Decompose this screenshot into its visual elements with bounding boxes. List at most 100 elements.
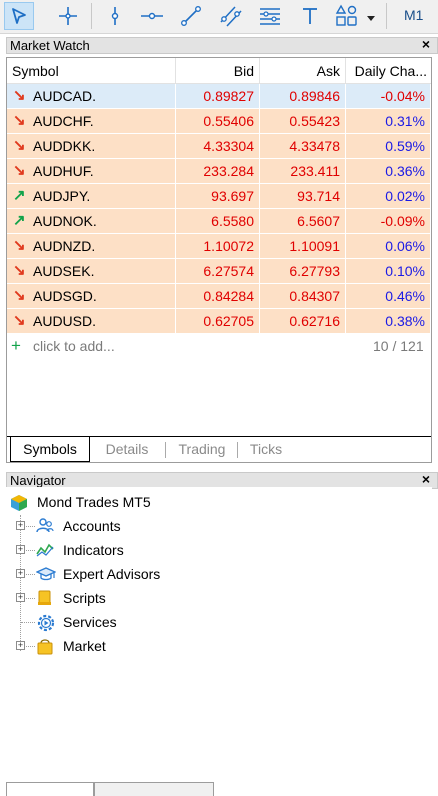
navigator-item-label: Services (63, 614, 117, 630)
navigator-item-expert-advisors[interactable]: + Expert Advisors (14, 563, 314, 585)
tab-details[interactable]: Details (92, 437, 162, 462)
column-header-bid[interactable]: Bid (176, 58, 260, 84)
navigator-tab-favorites[interactable] (94, 782, 214, 796)
equidistant-channel-icon (220, 6, 242, 27)
expand-icon[interactable]: + (16, 569, 25, 578)
navigator-item-market[interactable]: + Market (14, 635, 314, 657)
shapes-icon (335, 4, 357, 26)
daily-change-cell: 0.02% (346, 184, 431, 208)
add-symbol-icon: + (11, 336, 21, 355)
expand-icon[interactable]: + (16, 593, 25, 602)
tab-trading[interactable]: Trading (167, 437, 237, 462)
navigator-item-label: Indicators (63, 542, 124, 558)
expert-advisors-icon (35, 565, 57, 589)
fibonacci-icon (260, 8, 280, 25)
close-icon[interactable]: × (422, 472, 430, 487)
bid-cell: 0.84284 (176, 284, 260, 308)
symbol-row[interactable]: ↘ AUDDKK. 4.33304 4.33478 0.59% (7, 134, 431, 159)
bid-cell: 6.27574 (176, 259, 260, 283)
ask-cell: 0.62716 (260, 309, 346, 333)
crosshair-icon (59, 7, 77, 25)
daily-change-cell: -0.04% (346, 84, 431, 108)
symbol-row[interactable]: ↘ AUDSGD. 0.84284 0.84307 0.46% (7, 284, 431, 309)
daily-change-cell: 0.10% (346, 259, 431, 283)
cursor-button[interactable] (4, 2, 34, 30)
expand-icon[interactable]: + (16, 545, 25, 554)
symbol-cell: AUDUSD. (7, 309, 176, 333)
daily-change-cell: 0.36% (346, 159, 431, 183)
navigator-root-label: Mond Trades MT5 (37, 494, 151, 510)
indicators-icon (36, 541, 54, 565)
symbol-row[interactable]: ↗ AUDJPY. 93.697 93.714 0.02% (7, 184, 431, 209)
ask-cell: 4.33478 (260, 134, 346, 158)
horizontal-line-icon (141, 12, 163, 20)
symbol-count: 10 / 121 (373, 338, 424, 354)
column-header-symbol[interactable]: Symbol (7, 58, 176, 84)
market-watch-panel: Symbol Bid Ask Daily Cha... ↘ AUDCAD. 0.89… (6, 57, 432, 463)
symbol-cell: AUDJPY. (7, 184, 176, 208)
drawing-toolbar: M1 (0, 0, 438, 34)
symbol-row[interactable]: ↘ AUDUSD. 0.62705 0.62716 0.38% (7, 309, 431, 334)
bid-cell: 1.10072 (176, 234, 260, 258)
trend-line-button[interactable] (176, 2, 206, 30)
bid-cell: 0.89827 (176, 84, 260, 108)
column-header-daily-change[interactable]: Daily Cha... (346, 58, 431, 84)
crosshair-button[interactable] (53, 2, 83, 30)
bid-cell: 4.33304 (176, 134, 260, 158)
navigator-item-accounts[interactable]: + Accounts (14, 515, 314, 537)
symbol-row[interactable]: ↘ AUDCHF. 0.55406 0.55423 0.31% (7, 109, 431, 134)
add-symbol-input[interactable]: click to add... (33, 338, 115, 354)
ask-cell: 0.84307 (260, 284, 346, 308)
market-watch-tabs: Symbols Details Trading Ticks (7, 436, 431, 462)
cursor-icon (12, 8, 26, 24)
symbol-row[interactable]: ↘ AUDNZD. 1.10072 1.10091 0.06% (7, 234, 431, 259)
tab-symbols[interactable]: Symbols (10, 437, 90, 462)
symbol-row[interactable]: ↘ AUDCAD. 0.89827 0.89846 -0.04% (7, 84, 431, 109)
ask-cell: 6.27793 (260, 259, 346, 283)
navigator-item-scripts[interactable]: + Scripts (14, 587, 314, 609)
navigator-item-label: Scripts (63, 590, 106, 606)
bid-cell: 6.5580 (176, 209, 260, 233)
navigator-item-label: Expert Advisors (63, 566, 161, 582)
shapes-button[interactable] (332, 2, 362, 30)
daily-change-cell: 0.46% (346, 284, 431, 308)
navigator-tab-common[interactable] (6, 782, 94, 796)
fibonacci-button[interactable] (255, 2, 285, 30)
vertical-line-button[interactable] (100, 2, 130, 30)
navigator-item-label: Market (63, 638, 106, 654)
symbol-row[interactable]: ↗ AUDNOK. 6.5580 6.5607 -0.09% (7, 209, 431, 234)
symbol-cell: AUDNZD. (7, 234, 176, 258)
scripts-icon (36, 589, 54, 613)
expand-icon[interactable]: + (16, 521, 25, 530)
ask-cell: 0.55423 (260, 109, 346, 133)
tab-ticks[interactable]: Ticks (239, 437, 293, 462)
bid-cell: 233.284 (176, 159, 260, 183)
market-watch-title: Market Watch (10, 38, 90, 53)
navigator-panel: Mond Trades MT5 + Accounts + Indicators + Exp… (6, 487, 432, 791)
market-watch-header: Market Watch × (6, 37, 438, 54)
text-icon (303, 8, 317, 24)
navigator-item-indicators[interactable]: + Indicators (14, 539, 314, 561)
navigator-item-services[interactable]: Services (14, 611, 314, 633)
bid-cell: 0.62705 (176, 309, 260, 333)
symbol-cell: AUDNOK. (7, 209, 176, 233)
ask-cell: 233.411 (260, 159, 346, 183)
symbol-cell: AUDDKK. (7, 134, 176, 158)
equidistant-channel-button[interactable] (216, 2, 246, 30)
timeframe-button[interactable]: M1 (404, 7, 423, 23)
daily-change-cell: 0.06% (346, 234, 431, 258)
daily-change-cell: 0.31% (346, 109, 431, 133)
close-icon[interactable]: × (422, 37, 430, 52)
symbol-row[interactable]: ↘ AUDHUF. 233.284 233.411 0.36% (7, 159, 431, 184)
symbol-cell: AUDCHF. (7, 109, 176, 133)
column-header-ask[interactable]: Ask (260, 58, 346, 84)
trend-line-icon (181, 6, 201, 26)
symbol-row[interactable]: ↘ AUDSEK. 6.27574 6.27793 0.10% (7, 259, 431, 284)
dropdown-arrow-icon[interactable] (366, 10, 376, 26)
ask-cell: 6.5607 (260, 209, 346, 233)
market-icon (36, 637, 54, 661)
daily-change-cell: 0.38% (346, 309, 431, 333)
expand-icon[interactable]: + (16, 641, 25, 650)
text-button[interactable] (295, 2, 325, 30)
horizontal-line-button[interactable] (137, 2, 167, 30)
